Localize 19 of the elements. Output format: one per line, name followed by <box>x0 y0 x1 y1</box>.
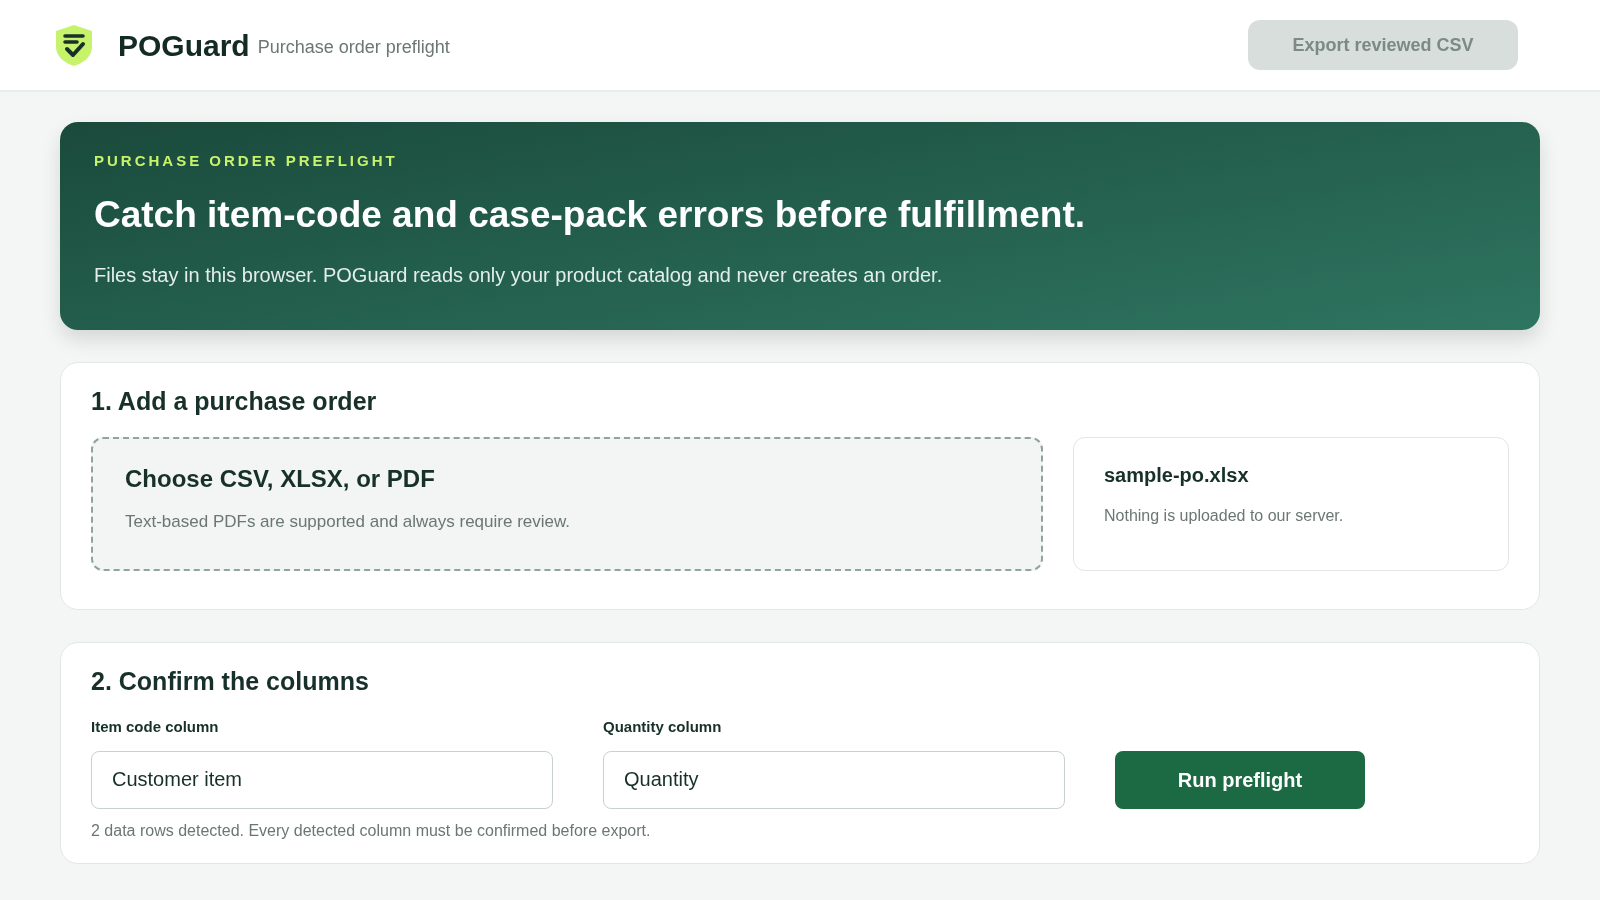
column-field[interactable]: Customer item <box>91 750 553 809</box>
dropzone-hint: Text-based PDFs are supported and always require review. <box>125 510 572 533</box>
step-title: 1. Add a purchase order <box>91 386 378 417</box>
hero-eyebrow: PURCHASE ORDER PREFLIGHT <box>94 151 399 171</box>
hero-subtitle: Files stay in this browser. POGuard reads only your product catalog and never creates an order. <box>94 263 944 288</box>
file-note: Nothing is uploaded to our server. <box>1104 505 1345 526</box>
step-title: 2. Confirm the columns <box>91 665 370 697</box>
dropzone-title: Choose CSV, XLSX, or PDF <box>125 463 436 494</box>
step-note: 2 data rows detected. Every detected column must be confirmed before export. <box>91 820 652 841</box>
field-label: Item code column <box>91 717 220 737</box>
field-label: Quantity column <box>603 717 723 737</box>
column-field[interactable]: Quantity <box>603 750 1065 809</box>
file-dropzone[interactable]: Choose CSV, XLSX, or PDF Text-based PDFs are supported and always require review. <box>91 436 1043 571</box>
file-name: sample-po.xlsx <box>1104 462 1250 488</box>
app-tagline: Purchase order preflight <box>257 35 450 59</box>
app-name: POGuard <box>118 27 250 64</box>
hero-title: Catch item-code and case-pack errors before fulfillment. <box>94 192 1087 237</box>
shield-check-icon <box>54 23 94 67</box>
run-button[interactable]: Run preflight <box>1115 750 1365 809</box>
